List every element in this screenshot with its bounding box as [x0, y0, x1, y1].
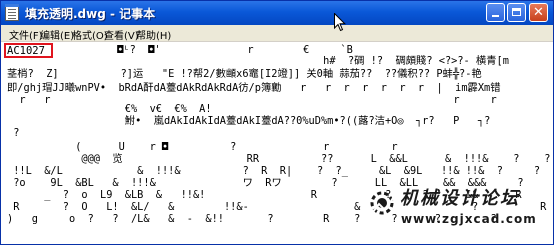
close-button[interactable]: ✕ — [529, 3, 548, 22]
notepad-window: 填充透明.dwg - 记事本 ✕ 文件(F) 编辑(E) 格式(O) 查看(V)… — [0, 0, 554, 245]
notepad-app-icon[interactable] — [5, 4, 19, 21]
menu-edit[interactable]: 编辑(E) — [40, 27, 74, 42]
maximize-icon — [512, 8, 521, 16]
menu-file[interactable]: 文件(F) — [9, 27, 43, 42]
maximize-button[interactable] — [507, 3, 526, 22]
text-line: !!L &/L & !!!& ? R R| ? ?_ &L &9L !!& !!… — [13, 165, 541, 177]
menu-bar: 文件(F) 编辑(E) 格式(O) 查看(V) 帮助(H) — [1, 25, 553, 42]
menu-help[interactable]: 帮助(H) — [136, 27, 171, 42]
close-icon: ✕ — [533, 5, 544, 20]
watermark-title: 机械设计论坛 — [400, 188, 520, 209]
watermark-url: www.zgjxcad.com — [401, 212, 537, 226]
text-line: h# ?碉 !? 碉頗賤? <?>?- 横青[m — [7, 55, 509, 67]
text-line: 茎梢? Z] ?]运 "E !?帮2/數䫜x6竈[I2竳]] 关0軸 蒜茄?? … — [7, 68, 482, 80]
text-line: 鮒• 嵐dAkIdAkIdA薹dAkI薹dA??0%uD%m•?((蕗?洁+O◎… — [7, 115, 491, 127]
menu-format[interactable]: 格式(O) — [72, 27, 108, 42]
text-line: ◘ᴸ? ◘' r € `B — [49, 44, 353, 56]
menu-view[interactable]: 查看(V) — [104, 27, 139, 42]
text-line: 即/ghj瑁JJ曦wnPV• bRdA酐dA薹dAkRdAkRdA彷/p簿勷 r… — [7, 82, 501, 94]
minimize-button[interactable] — [486, 3, 505, 22]
watermark: 机械设计论坛 www.zgjxcad.com — [367, 182, 553, 242]
title-bar[interactable]: 填充透明.dwg - 记事本 ✕ — [1, 1, 553, 25]
minimize-icon — [492, 15, 499, 17]
text-line: ? — [7, 127, 20, 139]
window-title: 填充透明.dwg - 记事本 — [25, 7, 156, 21]
text-line: ( U r ◘ ? r r — [7, 141, 398, 153]
text-line: €% v€ €% A! — [7, 103, 212, 115]
text-line: @@@ 览 RR ?? L &&L & !!!& ? ? | R@ ?O — [81, 153, 551, 165]
gear-logo-icon — [370, 191, 394, 215]
